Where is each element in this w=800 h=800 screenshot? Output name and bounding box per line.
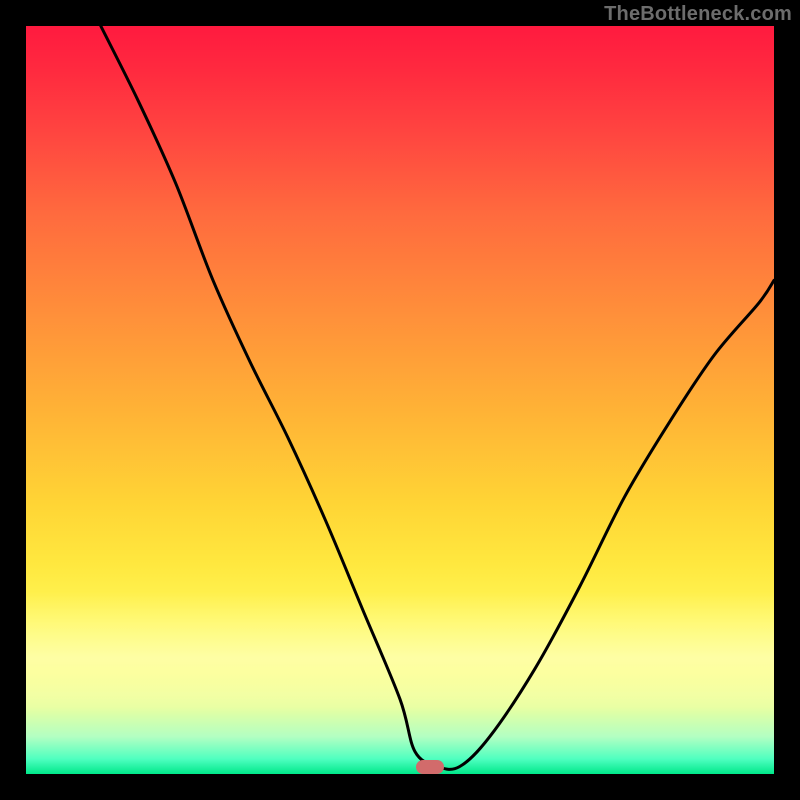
lower-haze-band xyxy=(26,592,774,712)
curve-layer xyxy=(26,26,774,774)
chart-frame: TheBottleneck.com xyxy=(0,0,800,800)
plot-area xyxy=(26,26,774,774)
bottleneck-curve xyxy=(101,26,774,769)
watermark-text: TheBottleneck.com xyxy=(604,3,792,26)
optimal-marker xyxy=(416,760,444,774)
